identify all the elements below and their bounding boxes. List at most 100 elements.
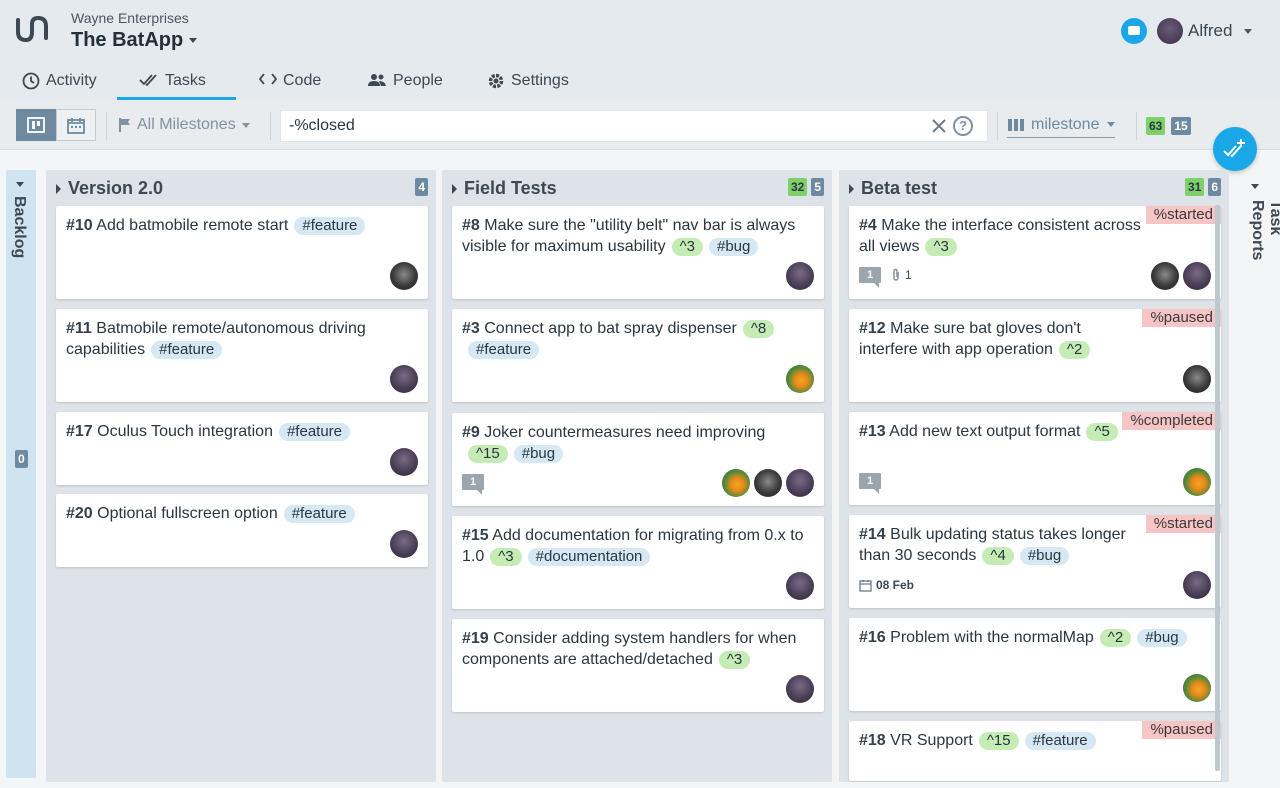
points-tag[interactable]: ^2 (1058, 341, 1091, 359)
task-number[interactable]: #20 (66, 505, 93, 522)
task-card[interactable]: #3 Connect app to bat spray dispenser ^8 #… (452, 309, 824, 402)
hashtag[interactable]: #feature (1024, 732, 1096, 750)
task-number[interactable]: #4 (859, 217, 877, 234)
avatar[interactable] (1183, 365, 1211, 393)
close-icon[interactable] (931, 118, 947, 134)
task-card[interactable]: #10 Add batmobile remote start #feature (56, 206, 428, 299)
points-tag[interactable]: ^4 (982, 547, 1014, 565)
chevron-down-icon[interactable] (1251, 184, 1259, 189)
caret-right-icon[interactable] (849, 183, 854, 194)
hashtag[interactable]: #feature (151, 341, 223, 359)
task-card[interactable]: #20 Optional fullscreen option #feature (56, 494, 428, 567)
tab-people[interactable]: People (367, 66, 443, 100)
task-number[interactable]: #15 (462, 527, 489, 544)
task-number[interactable]: #12 (859, 320, 886, 337)
hashtag[interactable]: #feature (468, 341, 540, 359)
caret-right-icon[interactable] (452, 183, 457, 194)
hashtag[interactable]: #bug (1019, 547, 1070, 565)
points-tag[interactable]: ^3 (490, 548, 522, 566)
avatar[interactable] (722, 469, 750, 497)
hashtag[interactable]: #feature (283, 505, 355, 523)
column-header[interactable]: Beta test (849, 178, 937, 199)
avatar[interactable] (1183, 674, 1211, 702)
task-card[interactable]: #11 Batmobile remote/autonomous driving … (56, 309, 428, 402)
task-card[interactable]: %paused #18 VR Support ^15 #feature (849, 721, 1221, 781)
task-number[interactable]: #9 (462, 424, 480, 441)
task-card[interactable]: %started #4 Make the interface consistent… (849, 206, 1221, 299)
avatar[interactable] (786, 675, 814, 703)
task-card[interactable]: %completed #13 Add new text output format… (849, 412, 1221, 505)
task-card[interactable]: #17 Oculus Touch integration #feature (56, 412, 428, 485)
avatar[interactable] (786, 365, 814, 393)
task-number[interactable]: #11 (66, 320, 92, 337)
avatar[interactable] (390, 530, 418, 558)
group-by-select[interactable]: milestone (1007, 112, 1116, 138)
attachment-count[interactable]: 1 (891, 268, 912, 282)
task-card[interactable]: #9 Joker countermeasures need improving ^… (452, 413, 824, 506)
avatar[interactable] (786, 262, 814, 290)
avatar[interactable] (1183, 571, 1211, 599)
task-number[interactable]: #19 (462, 630, 489, 647)
chevron-down-icon[interactable] (16, 182, 24, 187)
avatar[interactable] (786, 469, 814, 497)
task-card[interactable]: #15 Add documentation for migrating from… (452, 516, 824, 609)
user-name[interactable]: Alfred (1188, 21, 1232, 41)
task-card[interactable]: #16 Problem with the normalMap ^2 #bug (849, 618, 1221, 711)
help-icon[interactable]: ? (953, 116, 973, 136)
task-card[interactable]: %paused #12 Make sure bat gloves don't in… (849, 309, 1221, 402)
backlog-panel[interactable]: Backlog 0 (6, 170, 36, 778)
points-tag[interactable]: ^3 (925, 238, 957, 256)
avatar[interactable] (1157, 18, 1183, 44)
comment-count-icon[interactable]: 1 (859, 267, 881, 288)
task-card[interactable]: %started #14 Bulk updating status takes l… (849, 515, 1221, 608)
comment-count-icon[interactable]: 1 (859, 473, 881, 494)
task-card[interactable]: #19 Consider adding system handlers for … (452, 619, 824, 712)
points-tag[interactable]: ^2 (1099, 629, 1132, 647)
task-number[interactable]: #14 (859, 526, 886, 543)
hashtag[interactable]: #bug (513, 445, 564, 463)
points-tag[interactable]: ^3 (671, 238, 703, 256)
avatar[interactable] (390, 365, 418, 393)
hashtag[interactable]: #documentation (527, 548, 651, 566)
tab-settings[interactable]: Settings (487, 66, 569, 100)
avatar[interactable] (754, 469, 782, 497)
points-tag[interactable]: ^3 (718, 651, 751, 669)
task-reports-panel[interactable]: Task Reports (1244, 178, 1280, 298)
task-card[interactable]: #8 Make sure the "utility belt" nav bar … (452, 206, 824, 299)
column-scrollbar[interactable] (1215, 205, 1220, 771)
avatar[interactable] (390, 448, 418, 476)
tab-tasks[interactable]: Tasks (117, 66, 236, 100)
task-number[interactable]: #17 (66, 423, 93, 440)
board-view-button[interactable] (16, 109, 56, 141)
task-number[interactable]: #13 (859, 423, 886, 440)
caret-right-icon[interactable] (56, 183, 61, 194)
avatar[interactable] (786, 572, 814, 600)
column-header[interactable]: Field Tests (452, 178, 557, 199)
column-header[interactable]: Version 2.0 (56, 178, 163, 199)
hashtag[interactable]: #bug (1137, 629, 1187, 647)
avatar[interactable] (390, 262, 418, 290)
due-date[interactable]: 08 Feb (859, 578, 914, 592)
task-number[interactable]: #3 (462, 320, 480, 337)
points-tag[interactable]: ^15 (468, 445, 508, 463)
task-number[interactable]: #16 (859, 629, 886, 646)
tab-code[interactable]: Code (259, 66, 321, 100)
chevron-down-icon[interactable] (1244, 29, 1252, 34)
calendar-view-button[interactable] (56, 109, 96, 141)
hashtag[interactable]: #feature (278, 423, 351, 441)
milestone-filter[interactable]: All Milestones (118, 116, 250, 134)
hashtag[interactable]: #feature (294, 217, 366, 235)
avatar[interactable] (1183, 262, 1211, 290)
notifications-icon[interactable] (1121, 18, 1147, 44)
tab-activity[interactable]: Activity (22, 66, 97, 100)
logo-icon[interactable] (14, 14, 50, 44)
points-tag[interactable]: ^5 (1086, 423, 1118, 441)
avatar[interactable] (1151, 262, 1179, 290)
task-number[interactable]: #18 (859, 732, 886, 749)
comment-count-icon[interactable]: 1 (462, 474, 484, 495)
avatar[interactable] (1183, 468, 1211, 496)
points-tag[interactable]: ^15 (978, 732, 1019, 750)
points-tag[interactable]: ^8 (742, 320, 775, 338)
search-input[interactable] (289, 117, 909, 135)
hashtag[interactable]: #bug (709, 238, 759, 256)
